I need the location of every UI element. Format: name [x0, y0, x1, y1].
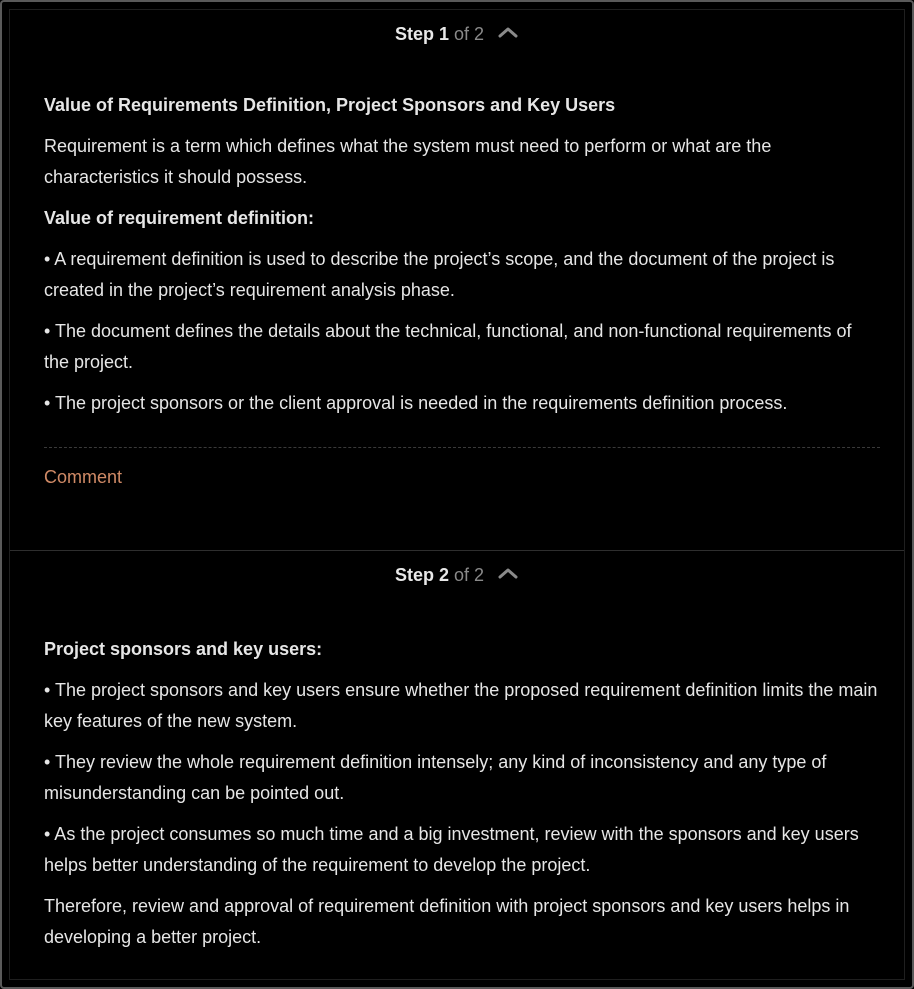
- dashed-divider: [44, 447, 880, 448]
- subheading: Project sponsors and key users:: [44, 639, 323, 659]
- bullet-item: • A requirement definition is used to de…: [44, 249, 835, 300]
- solution-panel: Step 1 of 2 Value of Requirements Defini…: [0, 0, 914, 989]
- step-number: 1: [438, 24, 449, 44]
- step-1-content: Value of Requirements Definition, Projec…: [44, 90, 880, 429]
- bullet-item: • As the project consumes so much time a…: [44, 824, 859, 875]
- step-label: Step: [394, 24, 434, 44]
- intro-paragraph: Requirement is a term which defines what…: [44, 136, 772, 187]
- step-2-section: Step 2 of 2 Project sponsors and key use…: [10, 551, 904, 981]
- step-total: of 2: [454, 24, 485, 44]
- solution-title: Value of Requirements Definition, Projec…: [44, 95, 616, 115]
- subheading: Value of requirement definition:: [44, 208, 315, 228]
- step-total: of 2: [454, 565, 485, 585]
- bullet-item: • The project sponsors and key users ens…: [44, 680, 878, 731]
- step-2-content: Project sponsors and key users: • The pr…: [44, 634, 880, 963]
- chevron-up-icon[interactable]: [497, 566, 519, 580]
- conclusion-paragraph: Therefore, review and approval of requir…: [44, 896, 850, 947]
- step-1-header[interactable]: Step 1 of 2: [10, 23, 904, 45]
- step-1-section: Step 1 of 2 Value of Requirements Defini…: [10, 10, 904, 550]
- bullet-item: • They review the whole requirement defi…: [44, 752, 827, 803]
- bullet-item: • The project sponsors or the client app…: [44, 393, 788, 413]
- bullet-item: • The document defines the details about…: [44, 321, 852, 372]
- step-2-header[interactable]: Step 2 of 2: [10, 564, 904, 586]
- comment-link[interactable]: Comment: [44, 466, 122, 488]
- step-label: Step: [394, 565, 434, 585]
- chevron-up-icon[interactable]: [497, 25, 519, 39]
- step-number: 2: [438, 565, 449, 585]
